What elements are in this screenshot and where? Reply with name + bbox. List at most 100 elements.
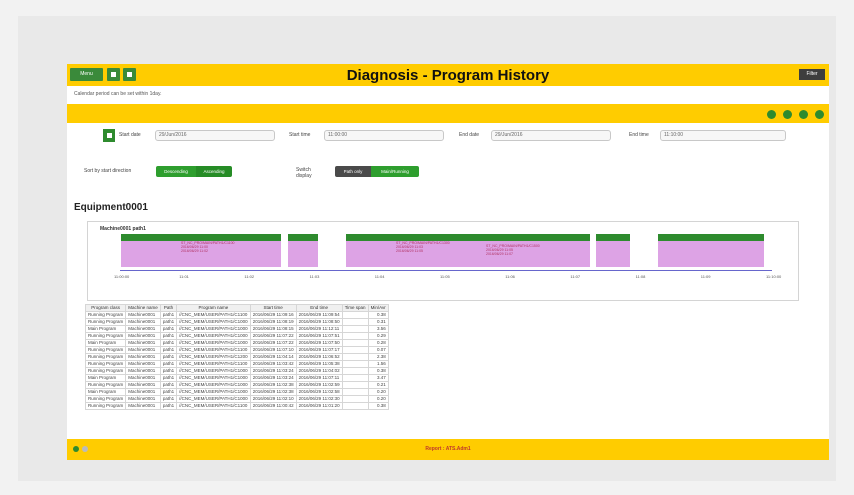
table-cell: Main Program [84, 325, 127, 333]
table-cell [341, 367, 369, 375]
settings-icon[interactable] [815, 110, 824, 119]
main-program-bar[interactable] [596, 234, 630, 241]
display-toggle[interactable]: Path only Main/Running [335, 166, 419, 177]
path-only-option[interactable]: Path only [335, 166, 371, 177]
table-cell: 2016/06/29 11:08:19 [249, 318, 297, 326]
column-header[interactable]: Machine name [125, 304, 161, 312]
table-row[interactable]: Main Program Machine0001 path1//CNC_MEM/US… [84, 388, 389, 396]
table-cell: Running Program [84, 381, 127, 389]
axis-tick-label: 11:10:00 [766, 274, 782, 279]
table-cell: Machine0001 [125, 402, 161, 410]
table-cell: //CNC_MEM/USER/PATH1/C1100 [176, 402, 251, 410]
running-program-bar[interactable] [288, 241, 318, 267]
table-cell: path1 [159, 325, 178, 333]
segment-end: 2016/06/29 11:02 [181, 249, 208, 253]
start-date-field[interactable]: 29/Jun/2016 [155, 130, 275, 141]
filter-button[interactable]: Filter [799, 69, 825, 80]
end-date-label: End date [459, 132, 480, 138]
table-cell: 2016/06/29 11:01:20 [295, 402, 343, 410]
table-cell: 2016/06/29 11:07:22 [249, 339, 297, 347]
timeline-axis [120, 270, 772, 271]
end-date-field[interactable]: 29/Jun/2016 [491, 130, 611, 141]
column-header[interactable]: End time [295, 304, 343, 312]
table-cell: 3.56 [367, 325, 389, 333]
table-cell: Machine0001 [125, 325, 161, 333]
sort-descending-option[interactable]: Descending [156, 166, 196, 177]
table-row[interactable]: Running Program Machine0001 path1//CNC_MEM… [84, 381, 389, 389]
table-cell: //CNC_MEM/USER/PATH1/C1000 [176, 395, 251, 403]
toolbar-band [67, 104, 829, 123]
table-cell: 2.38 [367, 353, 389, 361]
table-row[interactable]: Running Program Machine0001 path1//CNC_MEM… [84, 332, 389, 340]
column-header[interactable]: Min/Avr [367, 304, 389, 312]
table-cell: //CNC_MEM/USER/PATH1/C1000 [176, 374, 251, 382]
table-cell: 2016/06/29 11:09:54 [295, 311, 343, 319]
axis-tick-label: 11:08 [635, 274, 646, 279]
footer-bar: Report : ATS.Adm1 [67, 439, 829, 460]
main-program-bar[interactable] [121, 234, 281, 241]
sort-label: Sort by start direction [84, 168, 132, 174]
table-row[interactable]: Running Program Machine0001 path1//CNC_MEM… [84, 402, 389, 410]
table-cell: path1 [159, 402, 178, 410]
switch-display-label: Switch display [296, 167, 312, 179]
running-program-bar[interactable]: ST_NC_PRO/MAIN/PATH1/C1100 2016/06/29 11… [121, 241, 281, 267]
table-cell: Main Program [84, 374, 127, 382]
equipment-name: Equipment0001 [74, 202, 148, 213]
end-time-label: End time [629, 132, 649, 138]
table-header-row: Program class Machine name Path Program nam… [84, 304, 389, 312]
running-program-bar[interactable] [658, 241, 764, 267]
running-program-bar[interactable] [596, 241, 630, 267]
table-row[interactable]: Running Program Machine0001 path1//CNC_MEM… [84, 311, 389, 319]
column-header[interactable]: Program class [84, 304, 127, 312]
sort-toggle[interactable]: Descending Ascending [156, 166, 232, 177]
table-cell: //CNC_MEM/USER/PATH1/C1000 [176, 367, 251, 375]
table-row[interactable]: Running Program Machine0001 path1//CNC_MEM… [84, 360, 389, 368]
table-cell: 0.21 [367, 381, 389, 389]
table-cell: 2016/06/29 11:02:58 [295, 388, 343, 396]
table-cell: Running Program [84, 332, 127, 340]
search-icon[interactable] [767, 110, 776, 119]
main-program-bar[interactable] [658, 234, 764, 241]
column-header[interactable]: Program name [176, 304, 251, 312]
table-cell: 2016/06/29 11:04:02 [295, 367, 343, 375]
table-row[interactable]: Running Program Machine0001 path1//CNC_MEM… [84, 346, 389, 354]
column-header[interactable]: Start time [249, 304, 297, 312]
sort-ascending-option[interactable]: Ascending [196, 166, 232, 177]
main-program-bar[interactable] [288, 234, 318, 241]
table-cell [341, 339, 369, 347]
table-row[interactable]: Main Program Machine0001 path1//CNC_MEM/US… [84, 325, 389, 333]
table-row[interactable]: Running Program Machine0001 path1//CNC_MEM… [84, 395, 389, 403]
table-row[interactable]: Main Program Machine0001 path1//CNC_MEM/US… [84, 339, 389, 347]
axis-tick-label: 11:01 [179, 274, 189, 279]
table-cell: Machine0001 [125, 388, 161, 396]
refresh-icon[interactable] [783, 110, 792, 119]
table-cell: 2016/06/29 11:02:38 [249, 381, 297, 389]
start-time-field[interactable]: 11:00:00 [324, 130, 444, 141]
table-row[interactable]: Running Program Machine0001 path1//CNC_MEM… [84, 367, 389, 375]
period-note: Calendar period can be set within 1day. [74, 91, 162, 97]
table-cell: 2016/06/29 11:07:17 [295, 346, 343, 354]
table-row[interactable]: Main Program Machine0001 path1//CNC_MEM/US… [84, 374, 389, 382]
column-header[interactable]: Time span [341, 304, 369, 312]
table-cell: 0.31 [367, 318, 389, 326]
end-time-field[interactable]: 11:10:00 [660, 130, 786, 141]
table-cell: 2016/06/29 11:07:10 [249, 346, 297, 354]
main-program-bar[interactable] [346, 234, 590, 241]
start-time-label: Start time [289, 132, 311, 138]
table-cell: 0.20 [367, 388, 389, 396]
table-row[interactable]: Running Program Machine0001 path1//CNC_MEM… [84, 353, 389, 361]
table-cell: path1 [159, 346, 178, 354]
table-cell: //CNC_MEM/USER/PATH1/C1000 [176, 318, 251, 326]
axis-tick-label: 11:07 [570, 274, 581, 279]
check-icon [106, 133, 112, 138]
main-running-option[interactable]: Main/Running [371, 166, 419, 177]
table-cell: 2016/06/29 11:07:50 [295, 339, 343, 347]
export-icon[interactable] [799, 110, 808, 119]
column-header[interactable]: Path [159, 304, 178, 312]
table-cell [341, 388, 369, 396]
table-row[interactable]: Running Program Machine0001 path1//CNC_MEM… [84, 318, 389, 326]
table-cell: path1 [159, 332, 178, 340]
table-cell: 2016/06/29 11:12:11 [295, 325, 343, 333]
table-cell: //CNC_MEM/USER/PATH1/C1000 [176, 339, 251, 347]
search-execute-button[interactable] [103, 129, 115, 142]
